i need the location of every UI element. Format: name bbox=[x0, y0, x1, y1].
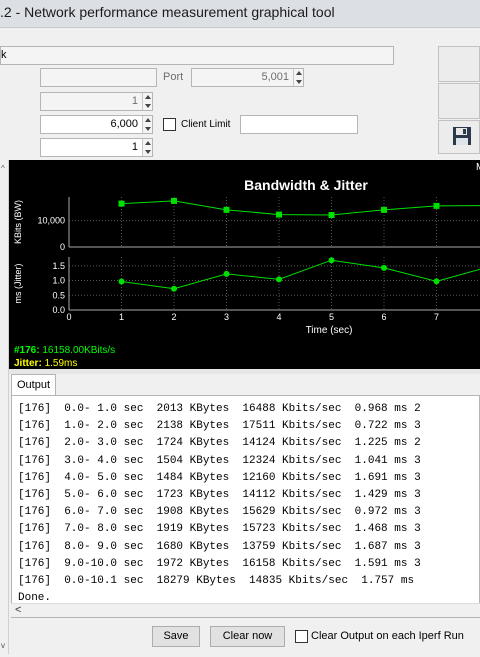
floppy-disk-icon bbox=[453, 127, 471, 145]
output-line: [176] 4.0- 5.0 sec 1484 KBytes 12160 Kbi… bbox=[18, 471, 421, 484]
tab-output[interactable]: Output bbox=[11, 374, 56, 396]
parallel-streams-stepper[interactable] bbox=[142, 93, 152, 110]
stop-button[interactable] bbox=[438, 83, 480, 119]
scroll-left-icon[interactable]: < bbox=[15, 604, 21, 616]
bandwidth-point bbox=[276, 211, 282, 218]
x-tick-label: 1 bbox=[119, 312, 124, 322]
bandwidth-point bbox=[433, 202, 440, 209]
mode-field[interactable]: k bbox=[0, 46, 394, 65]
scroll-down-icon[interactable]: v bbox=[1, 641, 5, 650]
x-tick-label: 6 bbox=[381, 312, 386, 322]
port-field[interactable]: 5,001 bbox=[191, 68, 304, 87]
output-line: [176] 1.0- 2.0 sec 2138 KBytes 17511 Kbi… bbox=[18, 420, 421, 433]
listen-port-field[interactable]: 6,000 bbox=[40, 115, 153, 134]
y-tick-label: 0.5 bbox=[52, 290, 65, 300]
run-button[interactable] bbox=[438, 46, 480, 82]
jitter-point bbox=[171, 285, 177, 292]
jitter-point bbox=[433, 278, 440, 285]
y-tick-label: 0 bbox=[60, 242, 65, 252]
horizontal-scrollbar[interactable]: < bbox=[11, 603, 480, 617]
chart-title: Bandwidth & Jitter bbox=[244, 177, 368, 193]
jitter-point bbox=[381, 264, 387, 271]
bandwidth-legend-label: #176: bbox=[14, 345, 40, 356]
y-axis-label: KBits (BW) bbox=[13, 200, 23, 244]
port-label: Port bbox=[163, 71, 184, 83]
app-window: .2 - Network performance measurement gra… bbox=[0, 0, 480, 657]
chart-svg: Bandwidth & Jitter 0 10,000 KBits (BW) 0.0 0.… bbox=[13, 177, 480, 336]
output-line: [176] 9.0-10.0 sec 1972 KBytes 16158 Kbi… bbox=[18, 557, 421, 570]
y-tick-label: 0.0 bbox=[52, 305, 65, 315]
bandwidth-point bbox=[223, 206, 230, 213]
x-tick-label: 3 bbox=[224, 312, 229, 322]
jitter-legend: Jitter: 1.59ms bbox=[14, 358, 77, 369]
output-line: [176] 0.0- 1.0 sec 2013 KBytes 16488 Kbi… bbox=[18, 403, 421, 415]
y-tick-label: 1.0 bbox=[52, 276, 65, 286]
output-line: [176] 5.0- 6.0 sec 1723 KBytes 14112 Kbi… bbox=[18, 489, 421, 502]
bandwidth-point bbox=[171, 197, 177, 204]
scroll-up-icon[interactable]: ^ bbox=[1, 164, 5, 173]
x-tick-label: 5 bbox=[329, 312, 334, 322]
x-axis-label: Time (sec) bbox=[306, 325, 353, 336]
title-bar: .2 - Network performance measurement gra… bbox=[0, 0, 480, 28]
client-limit-field[interactable] bbox=[240, 115, 358, 134]
clear-output-checkbox[interactable] bbox=[295, 630, 308, 643]
output-line: [176] 7.0- 8.0 sec 1919 KBytes 15723 Kbi… bbox=[18, 523, 421, 536]
output-line: [176] 8.0- 9.0 sec 1680 KBytes 13759 Kbi… bbox=[18, 540, 421, 553]
server-address-field[interactable] bbox=[40, 68, 157, 87]
y-tick-label: 1.5 bbox=[52, 261, 65, 271]
bandwidth-legend: #176: 16158.00KBits/s bbox=[14, 345, 115, 356]
jitter-legend-label: Jitter: bbox=[14, 358, 42, 369]
bandwidth-point bbox=[118, 200, 125, 207]
bandwidth-point bbox=[328, 212, 335, 218]
client-limit-checkbox[interactable] bbox=[163, 118, 176, 131]
output-line: [176] 0.0-10.1 sec 18279 KBytes 14835 Kb… bbox=[18, 575, 415, 588]
x-tick-label: 2 bbox=[171, 312, 176, 322]
save-button[interactable]: Save bbox=[152, 626, 200, 647]
output-line: [176] 3.0- 4.0 sec 1504 KBytes 12324 Kbi… bbox=[18, 454, 421, 467]
y-tick-label: 10,000 bbox=[37, 216, 65, 226]
series-line bbox=[121, 259, 480, 290]
x-tick-label: 7 bbox=[434, 312, 439, 322]
jitter-point bbox=[276, 276, 282, 283]
bandwidth-point bbox=[381, 206, 387, 213]
x-tick-label: 4 bbox=[276, 312, 281, 322]
clear-output-label: Clear Output on each Iperf Run bbox=[311, 630, 464, 642]
bandwidth-legend-value: 16158.00KBits/s bbox=[42, 345, 116, 356]
output-panel[interactable]: [176] 0.0- 1.0 sec 2013 KBytes 16488 Kbi… bbox=[11, 395, 480, 618]
parallel-streams-field[interactable]: 1 bbox=[40, 92, 153, 111]
client-limit-label: Client Limit bbox=[181, 119, 231, 130]
x-tick-label: 0 bbox=[66, 312, 71, 322]
max-connections-stepper[interactable] bbox=[142, 139, 152, 156]
jitter-legend-value: 1.59ms bbox=[44, 358, 78, 369]
listen-port-stepper[interactable] bbox=[142, 116, 152, 133]
clear-now-button[interactable]: Clear now bbox=[210, 626, 285, 647]
jitter-point bbox=[328, 257, 335, 264]
chart-corner-label: M bbox=[476, 162, 480, 173]
output-line: [176] 6.0- 7.0 sec 1908 KBytes 15629 Kbi… bbox=[18, 506, 421, 519]
vertical-scrollbar[interactable]: ^ v bbox=[0, 160, 9, 654]
output-log: [176] 0.0- 1.0 sec 2013 KBytes 16488 Kbi… bbox=[18, 401, 421, 607]
jitter-point bbox=[223, 270, 230, 277]
window-title: .2 - Network performance measurement gra… bbox=[0, 4, 335, 20]
bandwidth-jitter-chart: Bandwidth & Jitter 0 10,000 KBits (BW) 0.0 0.… bbox=[9, 160, 480, 369]
output-line: [176] 2.0- 3.0 sec 1724 KBytes 14124 Kbi… bbox=[18, 437, 421, 450]
jitter-point bbox=[118, 278, 125, 285]
port-stepper[interactable] bbox=[293, 69, 303, 86]
max-connections-field[interactable]: 1 bbox=[40, 138, 153, 157]
y-axis-label: ms (Jitter) bbox=[13, 264, 23, 304]
pane-splitter[interactable] bbox=[9, 369, 480, 374]
